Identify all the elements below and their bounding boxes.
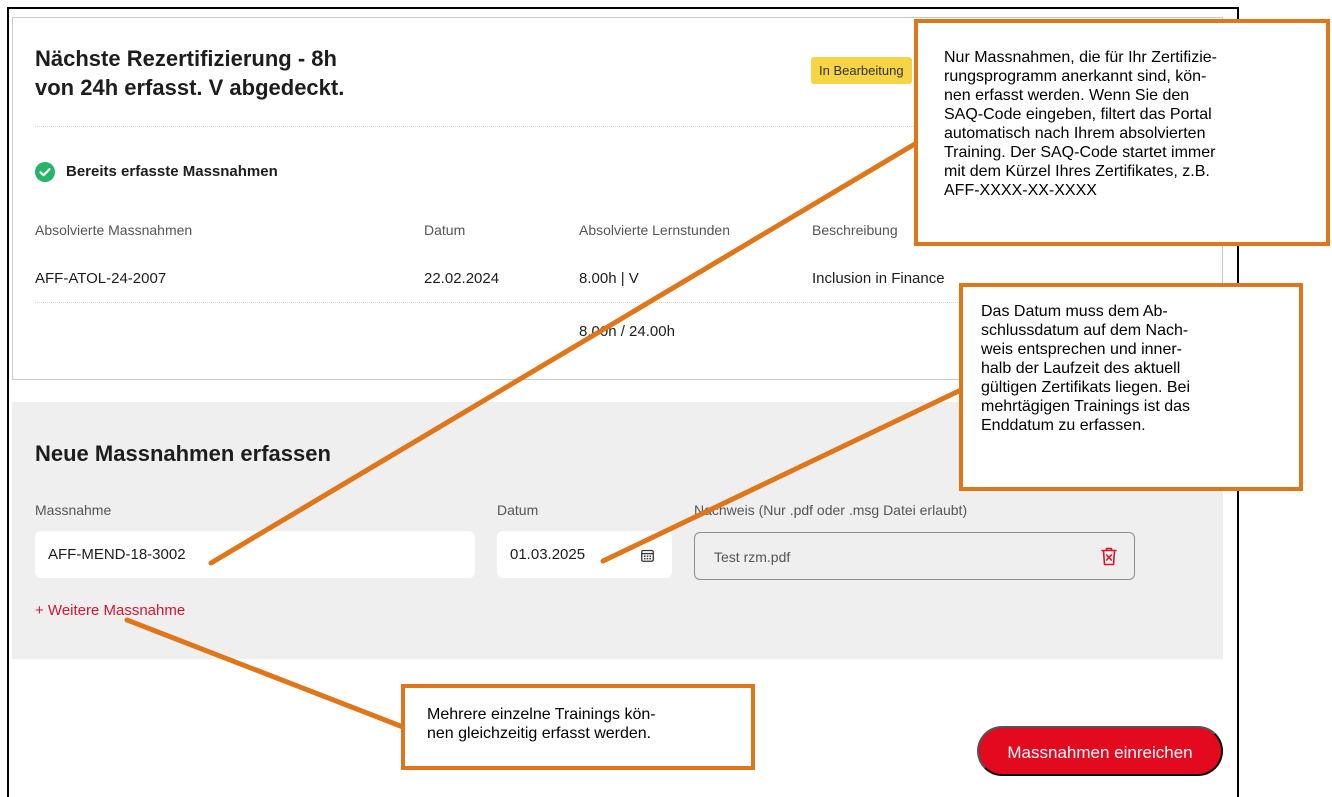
row-hours: 8.00h | V <box>579 270 639 287</box>
status-badge: In Bearbeitung <box>811 57 912 84</box>
column-header-measures: Absolvierte Massnahmen <box>35 222 193 238</box>
measure-label: Massnahme <box>35 502 112 518</box>
total-hours: 8.00h / 24.00h <box>579 323 675 340</box>
page-title: Nächste Rezertifizierung - 8h von 24h er… <box>35 44 555 102</box>
column-header-date: Datum <box>424 222 466 238</box>
completed-section-title: Bereits erfasste Massnahmen <box>66 163 278 180</box>
callout-saq-code: Nur Massnahmen, die für Ihr Zertifizie- … <box>914 19 1330 246</box>
page-title-line1: Nächste Rezertifizierung - 8h <box>35 46 337 71</box>
proof-file-name: Test rzm.pdf <box>714 549 791 565</box>
row-measure: AFF-ATOL-24-2007 <box>35 270 167 287</box>
new-section-title: Neue Massnahmen erfassen <box>35 441 331 466</box>
column-header-description: Beschreibung <box>812 222 898 238</box>
callout-saq-code-text: Nur Massnahmen, die für Ihr Zertifizie- … <box>944 49 1217 199</box>
callout-date-text: Das Datum muss dem Ab- schlussdatum auf … <box>981 303 1190 434</box>
calendar-icon[interactable] <box>641 549 654 562</box>
page-title-line2: von 24h erfasst. V abgedeckt. <box>35 75 345 100</box>
column-header-hours: Absolvierte Lernstunden <box>579 222 730 238</box>
proof-label: Nachweis (Nur .pdf oder .msg Datei erlau… <box>694 502 968 518</box>
callout-multiple-text: Mehrere einzelne Trainings kön- nen glei… <box>427 706 656 742</box>
submit-button[interactable]: Massnahmen einreichen <box>977 726 1223 776</box>
callout-date: Das Datum muss dem Ab- schlussdatum auf … <box>959 283 1303 491</box>
callout-multiple: Mehrere einzelne Trainings kön- nen glei… <box>401 684 755 770</box>
trash-icon[interactable] <box>1100 546 1118 566</box>
row-description: Inclusion in Finance <box>812 270 945 287</box>
proof-file-field[interactable]: Test rzm.pdf <box>694 532 1135 580</box>
row-date: 22.02.2024 <box>424 270 500 287</box>
measure-input[interactable]: AFF-MEND-18-3002 <box>35 531 475 578</box>
date-label: Datum <box>497 502 539 518</box>
check-circle-icon <box>35 162 55 182</box>
add-measure-link[interactable]: + Weitere Massnahme <box>35 601 185 621</box>
